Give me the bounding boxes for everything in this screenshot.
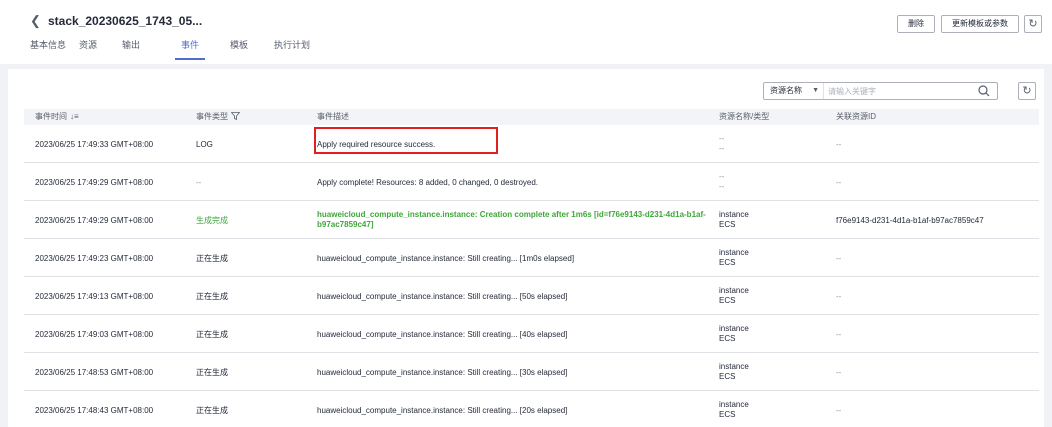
- resource-type: ECS: [719, 258, 736, 267]
- related-resource-id: --: [836, 367, 842, 377]
- tab-events[interactable]: 事件: [175, 38, 206, 60]
- search-icon[interactable]: [977, 84, 991, 98]
- event-description: huaweicloud_compute_instance.instance: S…: [317, 253, 575, 263]
- tab-execution-plan[interactable]: 执行计划: [274, 38, 310, 60]
- resource-name-type: -- --: [719, 125, 724, 163]
- resource-name: instance: [719, 362, 749, 371]
- table-row: 2023/06/25 17:49:33 GMT+08:00 LOG Apply …: [24, 125, 1039, 163]
- event-type: 生成完成: [196, 215, 228, 225]
- resource-name-type: instance ECS: [719, 201, 749, 239]
- search-input[interactable]: [828, 83, 968, 99]
- resource-type: --: [719, 182, 725, 191]
- resource-name-type: instance ECS: [719, 315, 749, 353]
- events-table: 事件时间 ↓≡ 事件类型 事件描述 资源名称/类型 关联资源ID 2023/06/…: [24, 109, 1039, 427]
- tab-template[interactable]: 模板: [230, 38, 248, 60]
- update-template-button[interactable]: 更新模板或参数: [941, 15, 1019, 33]
- sort-icon[interactable]: ↓≡: [70, 109, 79, 125]
- active-tab-indicator: [175, 58, 206, 60]
- table-header: 事件时间 ↓≡ 事件类型 事件描述 资源名称/类型 关联资源ID: [24, 109, 1039, 125]
- resource-name: instance: [719, 248, 749, 257]
- resource-type: ECS: [719, 372, 736, 381]
- event-type: 正在生成: [196, 405, 228, 415]
- resource-name: instance: [719, 400, 749, 409]
- column-header-time: 事件时间 ↓≡: [35, 109, 79, 125]
- table-row: 2023/06/25 17:49:13 GMT+08:00 正在生成 huawe…: [24, 277, 1039, 315]
- resource-name: instance: [719, 324, 749, 333]
- event-description: Apply complete! Resources: 8 added, 0 ch…: [317, 177, 539, 187]
- column-header-resource: 资源名称/类型: [719, 112, 770, 121]
- event-description: huaweicloud_compute_instance.instance: S…: [317, 329, 568, 339]
- column-header-type: 事件类型: [196, 109, 241, 125]
- resource-type: ECS: [719, 334, 736, 343]
- events-card: 资源名称 ▼ ↻ 事件时间↓≡ 事件类型 事件描述 资源名称/类型 关联资源ID…: [8, 69, 1044, 427]
- resource-name-type: -- --: [719, 163, 724, 201]
- filter-icon[interactable]: [230, 109, 241, 125]
- event-description: huaweicloud_compute_instance.instance: S…: [317, 405, 568, 415]
- related-resource-id: --: [836, 329, 842, 339]
- refresh-icon[interactable]: ↻: [1024, 15, 1042, 33]
- page-title: stack_20230625_1743_05...: [48, 14, 203, 28]
- filter-field-select[interactable]: 资源名称 ▼: [764, 83, 824, 99]
- column-header-related: 关联资源ID: [836, 112, 876, 121]
- related-resource-id: --: [836, 291, 842, 301]
- event-description-text: huaweicloud_compute_instance.instance: C…: [317, 210, 706, 229]
- chevron-down-icon: ▼: [812, 87, 819, 94]
- chevron-left-icon[interactable]: ❮: [30, 14, 42, 28]
- table-row: 2023/06/25 17:49:03 GMT+08:00 正在生成 huawe…: [24, 315, 1039, 353]
- column-type-label: 事件类型: [196, 112, 228, 121]
- event-time: 2023/06/25 17:49:29 GMT+08:00: [35, 177, 154, 187]
- related-resource-id: --: [836, 139, 842, 149]
- event-type: 正在生成: [196, 329, 228, 339]
- event-time: 2023/06/25 17:49:03 GMT+08:00: [35, 329, 154, 339]
- related-resource-id: --: [836, 405, 842, 415]
- resource-type: --: [719, 144, 725, 153]
- resource-name: --: [719, 172, 725, 181]
- event-type: 正在生成: [196, 367, 228, 377]
- filter-field-value: 资源名称: [770, 86, 802, 95]
- resource-type: ECS: [719, 296, 736, 305]
- tab-events-label: 事件: [181, 40, 200, 50]
- table-row: 2023/06/25 17:49:23 GMT+08:00 正在生成 huawe…: [24, 239, 1039, 277]
- column-header-desc: 事件描述: [317, 112, 349, 121]
- related-resource-id: --: [836, 177, 842, 187]
- event-time: 2023/06/25 17:49:13 GMT+08:00: [35, 291, 154, 301]
- tab-resources[interactable]: 资源: [79, 38, 97, 60]
- resource-name-type: instance ECS: [719, 391, 749, 427]
- resource-name: instance: [719, 286, 749, 295]
- event-description: huaweicloud_compute_instance.instance: S…: [317, 367, 568, 377]
- page-header: ❮ stack_20230625_1743_05... 基本信息 资源 输出 事…: [0, 0, 1052, 64]
- event-time: 2023/06/25 17:49:23 GMT+08:00: [35, 253, 154, 263]
- resource-type: ECS: [719, 410, 736, 419]
- tab-outputs[interactable]: 输出: [122, 38, 140, 60]
- event-time: 2023/06/25 17:49:29 GMT+08:00: [35, 215, 154, 225]
- resource-name-type: instance ECS: [719, 277, 749, 315]
- column-time-label: 事件时间: [35, 112, 67, 121]
- table-refresh-icon[interactable]: ↻: [1018, 82, 1036, 100]
- resource-name: --: [719, 134, 725, 143]
- resource-name-type: instance ECS: [719, 353, 749, 391]
- event-type: 正在生成: [196, 291, 228, 301]
- resource-name-type: instance ECS: [719, 239, 749, 277]
- delete-button[interactable]: 删除: [897, 15, 935, 33]
- table-row: 2023/06/25 17:48:43 GMT+08:00 正在生成 huawe…: [24, 391, 1039, 427]
- event-description: huaweicloud_compute_instance.instance: S…: [317, 291, 568, 301]
- related-resource-id[interactable]: f76e9143-d231-4d1a-b1af-b97ac7859c47: [836, 201, 984, 239]
- table-row: 2023/06/25 17:49:29 GMT+08:00 -- Apply c…: [24, 163, 1039, 201]
- resource-name: instance: [719, 210, 749, 219]
- table-row: 2023/06/25 17:48:53 GMT+08:00 正在生成 huawe…: [24, 353, 1039, 391]
- resource-type: ECS: [719, 220, 736, 229]
- event-time: 2023/06/25 17:48:53 GMT+08:00: [35, 367, 154, 377]
- event-description: huaweicloud_compute_instance.instance: C…: [317, 201, 709, 239]
- event-type: --: [196, 177, 202, 187]
- highlight-box: [314, 127, 498, 154]
- tab-basic-info[interactable]: 基本信息: [30, 38, 66, 60]
- table-row: 2023/06/25 17:49:29 GMT+08:00 生成完成 huawe…: [24, 201, 1039, 239]
- event-type: 正在生成: [196, 253, 228, 263]
- event-time: 2023/06/25 17:48:43 GMT+08:00: [35, 405, 154, 415]
- event-type: LOG: [196, 139, 213, 149]
- search-filter: 资源名称 ▼: [763, 82, 998, 100]
- related-resource-id: --: [836, 253, 842, 263]
- event-time: 2023/06/25 17:49:33 GMT+08:00: [35, 139, 154, 149]
